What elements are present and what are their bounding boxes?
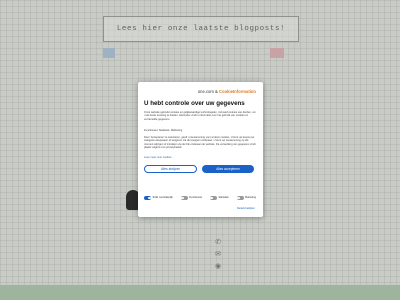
- cookie-categories: Functioneel, Statistiek, Marketing: [144, 129, 183, 132]
- brand-logo: one.com & CookieInformation: [198, 89, 256, 94]
- consent-toggles: Strikt noodzakelijk Functioneel Statisti…: [144, 193, 256, 203]
- read-more-link[interactable]: Lees meer over cookies: [144, 156, 172, 159]
- toggle-necessary[interactable]: Strikt noodzakelijk: [144, 196, 173, 200]
- accept-all-button[interactable]: Alles accepteren: [202, 165, 254, 173]
- blog-banner-text: Lees hier onze laatste blogposts!: [116, 25, 286, 33]
- brand-name: one.com: [197, 89, 214, 94]
- dialog-title: U hebt controle over uw gegevens: [144, 100, 245, 107]
- toggle-switch[interactable]: [180, 196, 188, 200]
- toggle-switch[interactable]: [144, 196, 151, 200]
- deny-all-button[interactable]: Alles afwijzen: [144, 165, 197, 173]
- location-icon[interactable]: ◉: [214, 263, 222, 271]
- dialog-body: Door 'Accepteren' te selecteren, geeft u…: [144, 136, 256, 149]
- toggle-switch[interactable]: [236, 196, 244, 200]
- blog-banner[interactable]: Lees hier onze laatste blogposts!: [103, 16, 299, 42]
- toggle-statistics[interactable]: Statistiek: [209, 195, 229, 200]
- toggle-label: Functioneel: [189, 195, 203, 199]
- footer-bar: [0, 285, 400, 300]
- toggle-marketing[interactable]: Marketing: [236, 195, 256, 200]
- brand-separator: &: [215, 89, 218, 94]
- toggle-label: Statistiek: [218, 195, 229, 199]
- dialog-intro: Onze website gebruikt cookies en gelijkw…: [144, 111, 256, 121]
- mail-icon[interactable]: ✉: [214, 251, 222, 259]
- blog-thumbnail[interactable]: [270, 48, 284, 58]
- details-link[interactable]: Details bekijken: [237, 207, 255, 210]
- blog-thumbnail[interactable]: [103, 48, 115, 58]
- toggle-label: Strikt noodzakelijk: [152, 195, 173, 199]
- brand-partner: CookieInformation: [219, 89, 256, 94]
- phone-icon[interactable]: ✆: [214, 239, 222, 247]
- toggle-label: Marketing: [245, 195, 256, 199]
- toggle-switch[interactable]: [209, 196, 217, 200]
- toggle-functional[interactable]: Functioneel: [180, 195, 203, 200]
